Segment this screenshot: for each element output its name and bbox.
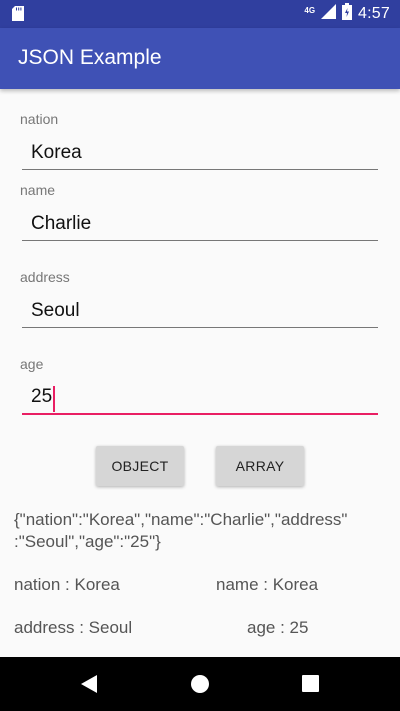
back-icon[interactable]	[80, 674, 98, 699]
address-result: address : Seoul	[14, 618, 133, 637]
recents-icon[interactable]	[302, 675, 319, 697]
name-result: name : Korea	[216, 575, 319, 594]
address-label: address	[20, 269, 70, 285]
network-type: 4G	[304, 5, 316, 15]
name-label: name	[20, 182, 56, 198]
text-cursor	[53, 386, 55, 412]
address-input[interactable]	[22, 294, 378, 328]
object-button[interactable]: OBJECT	[96, 446, 184, 486]
navigation-bar	[0, 657, 400, 711]
app-title: JSON Example	[18, 46, 162, 69]
age-input[interactable]	[22, 381, 378, 415]
nation-input[interactable]	[22, 136, 378, 170]
signal-icon	[321, 4, 337, 24]
name-input[interactable]	[22, 207, 378, 241]
home-icon[interactable]	[190, 674, 210, 699]
json-output-line-2: :"Seoul","age":"25"}	[14, 532, 161, 551]
sd-card-icon	[12, 6, 24, 26]
array-button[interactable]: ARRAY	[216, 446, 304, 486]
status-bar: 4G 4:57	[0, 0, 400, 28]
age-result: age : 25	[247, 618, 309, 637]
status-time: 4:57	[358, 5, 390, 22]
nation-label: nation	[20, 111, 59, 127]
nation-result: nation : Korea	[14, 575, 120, 594]
app-bar: JSON Example	[0, 28, 400, 89]
json-output-line-1: {"nation":"Korea","name":"Charlie","addr…	[14, 510, 348, 529]
battery-icon	[342, 3, 353, 25]
age-label: age	[20, 356, 44, 372]
